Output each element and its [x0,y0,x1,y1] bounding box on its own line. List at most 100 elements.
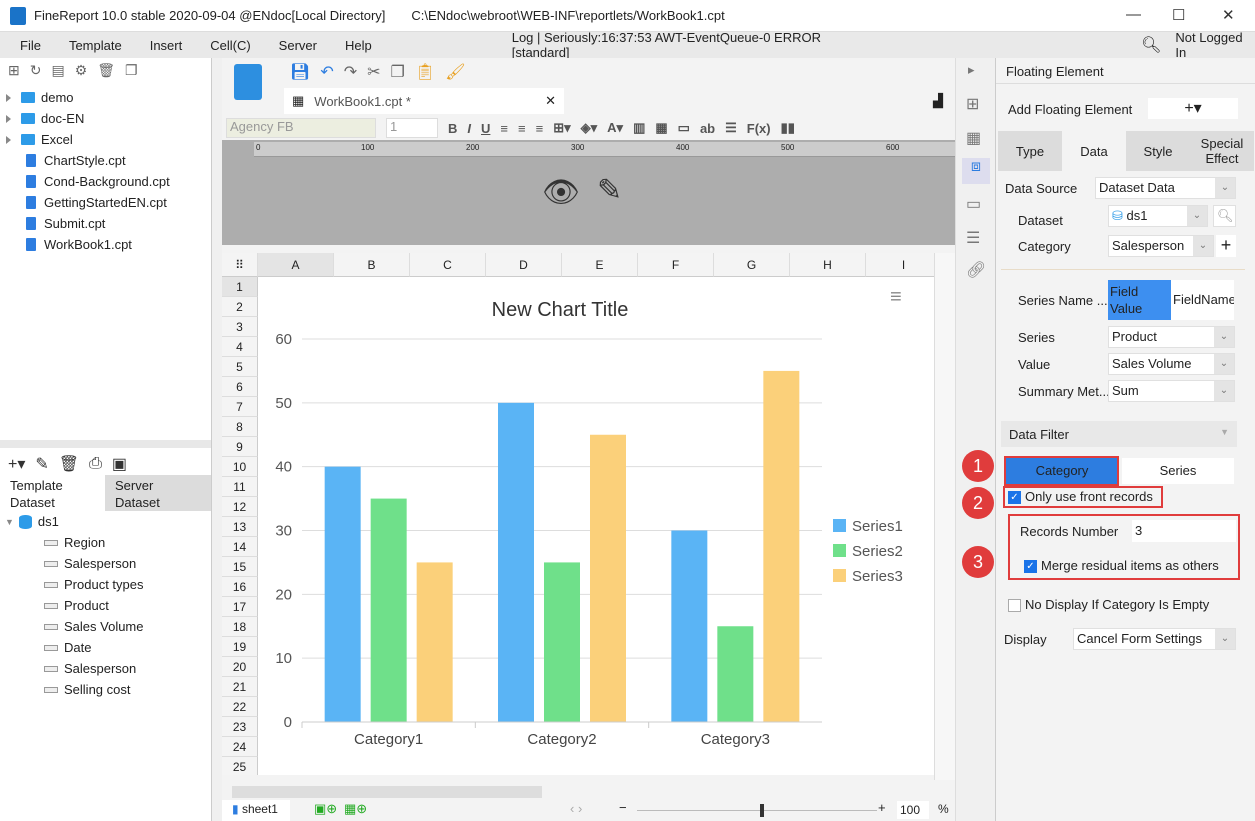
maximize-button[interactable]: ☐ [1172,6,1185,24]
dataset-field[interactable]: Salesperson [0,553,211,574]
column-header[interactable]: F [638,253,714,277]
floating-element-icon[interactable]: ⧈ [962,158,990,184]
row-header[interactable]: 5 [222,357,258,377]
italic-button[interactable]: I [467,121,471,136]
tab-workbook1[interactable]: ▦ WorkBook1.cpt * ✕ [284,88,564,114]
add-form-sheet-icon[interactable]: ▦⊕ [344,801,367,817]
font-color-icon[interactable]: A▾ [607,120,623,136]
expand-icon[interactable]: ▸ [968,62,975,78]
align-right-icon[interactable]: ≡ [536,121,544,136]
row-header[interactable]: 8 [222,417,258,437]
row-header[interactable]: 7 [222,397,258,417]
row-header[interactable]: 6 [222,377,258,397]
copy-icon[interactable]: ❐ [391,62,405,82]
sheet-tab[interactable]: ▮ sheet1 [222,800,290,821]
tab-style[interactable]: Style [1126,131,1190,171]
unmerge-icon[interactable]: ▦ [655,120,667,136]
tree-file[interactable]: Submit.cpt [0,213,211,234]
copy-icon[interactable]: ❐ [125,62,138,79]
layer-icon[interactable]: ☰ [966,228,980,248]
tree-folder-demo[interactable]: demo [0,87,211,108]
tree-folder-excel[interactable]: Excel [0,129,211,150]
row-header[interactable]: 24 [222,737,258,757]
no-display-checkbox[interactable]: No Display If Category Is Empty [1008,597,1209,613]
column-header[interactable]: E [562,253,638,277]
row-header[interactable]: 10 [222,457,258,477]
menu-cell[interactable]: Cell(C) [210,38,250,53]
row-header[interactable]: 19 [222,637,258,657]
formula-icon[interactable]: F(x) [747,121,771,136]
add-floating-element-button[interactable]: +▾ [1148,98,1238,119]
row-header[interactable]: 14 [222,537,258,557]
format-painter-icon[interactable]: 🖌︎ [445,62,465,82]
field-value-toggle[interactable]: Field Value [1108,280,1171,320]
fill-color-icon[interactable]: ◈▾ [581,120,598,136]
column-header[interactable]: B [334,253,410,277]
row-header[interactable]: 18 [222,617,258,637]
delete-icon[interactable]: 🗑︎ [97,62,115,79]
column-header[interactable]: G [714,253,790,277]
series-select[interactable]: Product ⌄ [1108,326,1235,348]
tab-server-dataset[interactable]: Server Dataset [105,475,211,511]
zoom-in-button[interactable]: + [878,800,886,815]
preview-icon[interactable]: ⎙ [89,455,102,473]
login-status[interactable]: Not Logged In [1175,30,1255,60]
bold-button[interactable]: B [448,121,457,136]
link-icon[interactable]: 🔗︎ [966,260,986,280]
row-header[interactable]: 2 [222,297,258,317]
data-source-select[interactable]: Dataset Data ⌄ [1095,177,1236,199]
tree-file[interactable]: WorkBook1.cpt [0,234,211,255]
wrap-icon[interactable]: ☰ [725,120,737,136]
zoom-input[interactable]: 100 [897,801,929,819]
dataset-select[interactable]: ⛁ ds1 ⌄ [1108,205,1208,227]
tab-special-effect[interactable]: Special Effect [1190,131,1254,171]
settings-icon[interactable]: ⚙ [75,62,88,79]
tree-folder-doc-en[interactable]: doc-EN [0,108,211,129]
delete-icon[interactable]: 🗑︎ [59,454,79,474]
chart-icon[interactable]: ▮▮ [781,120,795,136]
close-tab-icon[interactable]: ✕ [545,93,556,109]
dataset-field[interactable]: Salesperson [0,658,211,679]
edit-dataset-icon[interactable]: ▣ [112,454,127,474]
widget-icon[interactable]: ▦ [966,128,981,148]
condition-icon[interactable]: ▭ [966,194,981,214]
grid-corner[interactable]: ⠿ [222,253,258,277]
data-filter-header[interactable]: Data Filter ▼ [1001,421,1237,447]
zoom-slider-handle[interactable] [760,804,764,817]
dataset-field[interactable]: Product [0,595,211,616]
row-header[interactable]: 4 [222,337,258,357]
tab-data[interactable]: Data [1062,131,1126,171]
dataset-ds1[interactable]: ▼ ds1 [0,511,211,532]
menu-server[interactable]: Server [279,38,317,53]
row-header[interactable]: 21 [222,677,258,697]
horizontal-scrollbar[interactable] [232,786,542,798]
close-button[interactable]: ✕ [1222,6,1235,24]
bar-chart[interactable]: New Chart Title ≡ 0 10 20 30 40 50 60 Category1 Ca… [260,279,932,775]
field-name-toggle[interactable]: FieldName [1171,280,1234,320]
cell-attr-icon[interactable]: ⊞ [966,94,979,114]
row-header[interactable]: 16 [222,577,258,597]
menu-template[interactable]: Template [69,38,122,53]
add-category-button[interactable]: + [1216,235,1236,257]
add-sheet-icon[interactable]: ▣⊕ [314,801,337,817]
row-header[interactable]: 15 [222,557,258,577]
value-select[interactable]: Sales Volume ⌄ [1108,353,1235,375]
tree-file[interactable]: Cond-Background.cpt [0,171,211,192]
spreadsheet-grid[interactable]: ⠿ A B C D E F G H I 1 2 3 4 5 6 7 8 9 10 11 12 13 14 15 16 17 18 19 2… [222,253,934,775]
summary-select[interactable]: Sum ⌄ [1108,380,1235,402]
row-header[interactable]: 1 [222,277,258,297]
paste-icon[interactable]: 📋︎ [415,62,435,82]
insert-icon[interactable]: ▭ [678,120,690,136]
edit-pencil-icon[interactable]: ✎ [597,173,622,208]
align-center-icon[interactable]: ≡ [518,121,526,136]
properties-icon[interactable]: ▤ [51,62,64,79]
row-header[interactable]: 12 [222,497,258,517]
column-header[interactable]: A [258,253,334,277]
tree-file[interactable]: ChartStyle.cpt [0,150,211,171]
zoom-slider[interactable] [637,810,877,811]
sheet-nav-icons[interactable]: ‹ › [570,801,582,816]
edit-icon[interactable]: ✎ [35,454,48,474]
menu-insert[interactable]: Insert [150,38,183,53]
row-header[interactable]: 11 [222,477,258,497]
merge-icon[interactable]: ▥ [633,120,645,136]
